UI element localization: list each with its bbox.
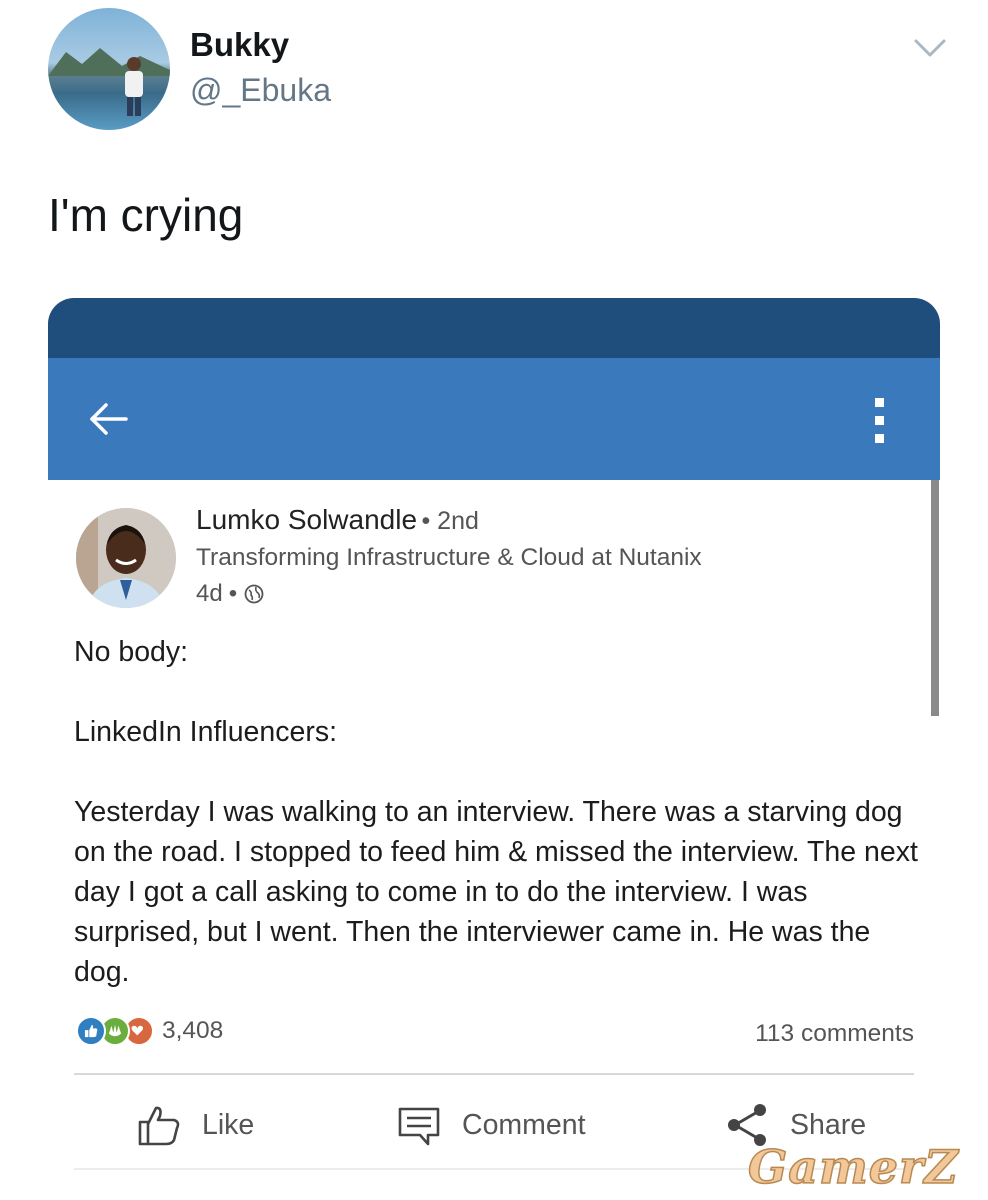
tweet-text: I'm crying <box>48 189 244 241</box>
comment-button[interactable]: Comment <box>396 1098 586 1152</box>
like-button[interactable]: Like <box>136 1098 254 1152</box>
post-author-headline: Transforming Infrastructure & Cloud at N… <box>196 544 702 571</box>
post-author-name[interactable]: Lumko Solwandle <box>196 504 417 535</box>
author-portrait-graphic <box>76 508 176 608</box>
back-arrow-icon[interactable] <box>86 396 132 442</box>
tweet-author-avatar[interactable] <box>48 8 170 130</box>
post-body: No body: LinkedIn Influencers: Yesterday… <box>74 632 924 992</box>
linkedin-post-screenshot: Lumko Solwandle • 2nd Transforming Infra… <box>48 298 940 1178</box>
comment-label: Comment <box>462 1108 586 1141</box>
post-meta: 4d • <box>196 580 265 608</box>
tweet-author-name[interactable]: Bukky <box>190 26 289 64</box>
like-label: Like <box>202 1108 255 1141</box>
post-paragraph: LinkedIn Influencers: <box>74 716 337 748</box>
globe-icon <box>244 584 264 604</box>
comment-icon <box>398 1107 440 1146</box>
avatar-person-graphic <box>125 57 143 116</box>
reaction-count: 3,408 <box>162 1017 224 1044</box>
comments-count[interactable]: 113 comments <box>755 1020 914 1048</box>
chevron-down-icon[interactable] <box>912 36 948 60</box>
watermark-logo: GamerZ <box>747 1139 959 1195</box>
connection-degree: • 2nd <box>421 507 479 535</box>
post-paragraph: No body: <box>74 636 189 668</box>
post-age: 4d <box>196 580 223 607</box>
divider <box>74 1073 914 1075</box>
share-label: Share <box>790 1108 867 1141</box>
tweet-author-handle[interactable]: @_Ebuka <box>190 72 331 109</box>
status-bar <box>48 298 940 362</box>
reactions-summary[interactable]: 3,408 <box>76 1016 223 1046</box>
like-reaction-icon <box>76 1016 106 1046</box>
post-author-avatar[interactable] <box>76 508 176 608</box>
meta-separator: • <box>228 580 238 607</box>
avatar-mountain-graphic <box>48 48 170 76</box>
scrollbar[interactable] <box>931 480 939 716</box>
app-bar <box>48 358 940 480</box>
post-author-row: Lumko Solwandle • 2nd <box>196 504 479 536</box>
more-options-icon[interactable] <box>866 396 894 446</box>
thumbs-up-icon <box>138 1106 180 1146</box>
post-paragraph: Yesterday I was walking to an interview.… <box>74 796 918 988</box>
